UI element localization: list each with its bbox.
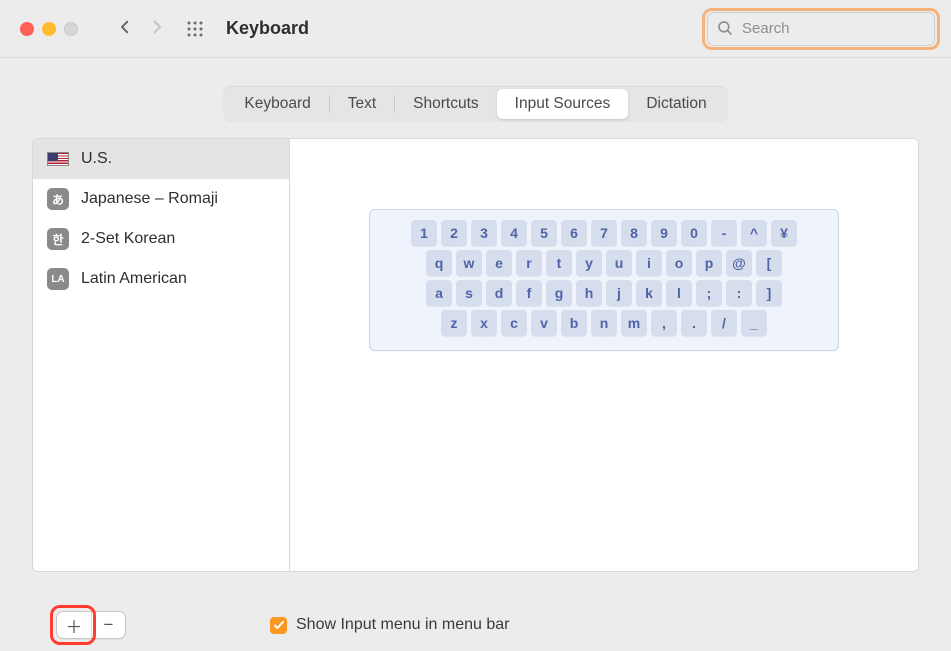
input-source-row[interactable]: 한 2-Set Korean xyxy=(33,219,289,259)
add-remove-group: ＋ − xyxy=(56,611,126,639)
close-window-button[interactable] xyxy=(20,22,34,36)
keyboard-key: s xyxy=(456,280,482,306)
keyboard-key: . xyxy=(681,310,707,336)
keyboard-key: l xyxy=(666,280,692,306)
keyboard-key: @ xyxy=(726,250,752,276)
keyboard-key: g xyxy=(546,280,572,306)
keyboard-key: r xyxy=(516,250,542,276)
keyboard-key: b xyxy=(561,310,587,336)
keyboard-key: y xyxy=(576,250,602,276)
main-area: Keyboard Text Shortcuts Input Sources Di… xyxy=(0,58,951,572)
keyboard-key: u xyxy=(606,250,632,276)
keyboard-key: 0 xyxy=(681,220,707,246)
keyboard-key: e xyxy=(486,250,512,276)
keyboard-key: x xyxy=(471,310,497,336)
add-input-source-button[interactable]: ＋ xyxy=(57,612,91,638)
input-source-row[interactable]: あ Japanese – Romaji xyxy=(33,179,289,219)
search-input[interactable] xyxy=(707,12,935,46)
keyboard-key: t xyxy=(546,250,572,276)
input-source-label: Japanese – Romaji xyxy=(81,190,218,208)
forward-button[interactable] xyxy=(148,18,166,40)
keyboard-key: / xyxy=(711,310,737,336)
keyboard-key: h xyxy=(576,280,602,306)
tab-text[interactable]: Text xyxy=(330,89,394,119)
keyboard-key: q xyxy=(426,250,452,276)
minimize-window-button[interactable] xyxy=(42,22,56,36)
tab-input-sources[interactable]: Input Sources xyxy=(497,89,629,119)
keyboard-key: 9 xyxy=(651,220,677,246)
show-all-prefs-button[interactable] xyxy=(186,20,204,38)
keyboard-key: ; xyxy=(696,280,722,306)
keyboard-key: 5 xyxy=(531,220,557,246)
keyboard-key: _ xyxy=(741,310,767,336)
keyboard-layout: 1234567890-^¥ qwertyuiop@[ asdfghjkl;:] zxc… xyxy=(369,209,839,351)
japanese-badge-icon: あ xyxy=(47,188,69,210)
keyboard-key: j xyxy=(606,280,632,306)
keyboard-key: , xyxy=(651,310,677,336)
keyboard-key: 1 xyxy=(411,220,437,246)
keyboard-row: zxcvbnm,./_ xyxy=(380,310,828,336)
nav-controls xyxy=(116,18,166,40)
keyboard-key: 8 xyxy=(621,220,647,246)
keyboard-row: qwertyuiop@[ xyxy=(380,250,828,276)
korean-badge-icon: 한 xyxy=(47,228,69,250)
checkbox-label: Show Input menu in menu bar xyxy=(296,616,509,634)
keyboard-key: 4 xyxy=(501,220,527,246)
keyboard-key: w xyxy=(456,250,482,276)
search-field-wrap xyxy=(707,12,935,46)
tab-bar: Keyboard Text Shortcuts Input Sources Di… xyxy=(14,86,937,122)
input-source-row[interactable]: LA Latin American xyxy=(33,259,289,299)
keyboard-key: m xyxy=(621,310,647,336)
keyboard-key: 7 xyxy=(591,220,617,246)
window-controls xyxy=(20,22,78,36)
latin-american-badge-icon: LA xyxy=(47,268,69,290)
input-source-label: U.S. xyxy=(81,150,112,168)
footer-bar: ＋ − Show Input menu in menu bar xyxy=(0,611,951,639)
keyboard-row: 1234567890-^¥ xyxy=(380,220,828,246)
keyboard-key: p xyxy=(696,250,722,276)
back-button[interactable] xyxy=(116,18,134,40)
show-input-menu-checkbox[interactable]: Show Input menu in menu bar xyxy=(270,616,509,634)
keyboard-key: ¥ xyxy=(771,220,797,246)
tab-keyboard[interactable]: Keyboard xyxy=(226,89,328,119)
keyboard-key: a xyxy=(426,280,452,306)
keyboard-key: z xyxy=(441,310,467,336)
titlebar: Keyboard xyxy=(0,0,951,58)
input-source-label: Latin American xyxy=(81,270,187,288)
keyboard-key: f xyxy=(516,280,542,306)
keyboard-key: ] xyxy=(756,280,782,306)
keyboard-key: c xyxy=(501,310,527,336)
keyboard-key: n xyxy=(591,310,617,336)
tabs-group: Keyboard Text Shortcuts Input Sources Di… xyxy=(223,86,727,122)
keyboard-row: asdfghjkl;:] xyxy=(380,280,828,306)
keyboard-key: ^ xyxy=(741,220,767,246)
keyboard-key: : xyxy=(726,280,752,306)
input-source-label: 2-Set Korean xyxy=(81,230,175,248)
keyboard-key: d xyxy=(486,280,512,306)
tab-dictation[interactable]: Dictation xyxy=(628,89,724,119)
remove-input-source-button[interactable]: − xyxy=(91,612,125,638)
keyboard-key: [ xyxy=(756,250,782,276)
checkbox-checked-icon xyxy=(270,617,287,634)
keyboard-key: 2 xyxy=(441,220,467,246)
keyboard-key: k xyxy=(636,280,662,306)
us-flag-icon xyxy=(47,152,69,166)
keyboard-key: i xyxy=(636,250,662,276)
keyboard-key: o xyxy=(666,250,692,276)
tab-shortcuts[interactable]: Shortcuts xyxy=(395,89,496,119)
keyboard-key: 6 xyxy=(561,220,587,246)
input-source-row[interactable]: U.S. xyxy=(33,139,289,179)
window-title: Keyboard xyxy=(226,18,309,39)
input-sources-list: U.S. あ Japanese – Romaji 한 2-Set Korean … xyxy=(33,139,290,571)
keyboard-key: v xyxy=(531,310,557,336)
zoom-window-button[interactable] xyxy=(64,22,78,36)
keyboard-key: 3 xyxy=(471,220,497,246)
content-panel: U.S. あ Japanese – Romaji 한 2-Set Korean … xyxy=(32,138,919,572)
keyboard-key: - xyxy=(711,220,737,246)
keyboard-preview: 1234567890-^¥ qwertyuiop@[ asdfghjkl;:] zxc… xyxy=(290,139,918,571)
